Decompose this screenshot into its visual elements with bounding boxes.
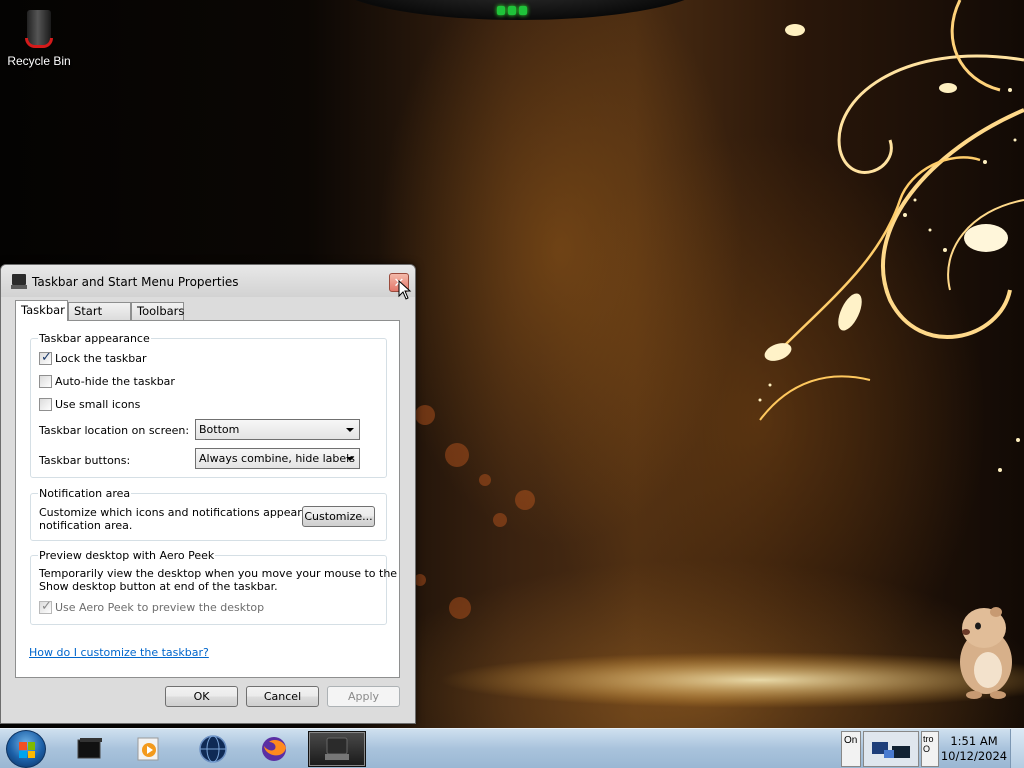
cancel-button[interactable]: Cancel (246, 686, 319, 707)
notification-text-line2: notification area. (39, 519, 133, 532)
aero-peek-label: Use Aero Peek to preview the desktop (55, 600, 265, 614)
tray-item-on[interactable]: On (841, 731, 861, 767)
chevron-down-icon (346, 457, 354, 461)
buttons-select[interactable]: Always combine, hide labels (195, 448, 360, 469)
tab-taskbar[interactable]: Taskbar (15, 300, 68, 321)
customize-button[interactable]: Customize... (302, 506, 375, 527)
aero-peek-row: Use Aero Peek to preview the desktop (39, 599, 265, 614)
autohide-row[interactable]: Auto-hide the taskbar (39, 374, 175, 388)
taskbar-item-media-player[interactable] (120, 731, 178, 767)
apply-button: Apply (327, 686, 400, 707)
autohide-label: Auto-hide the taskbar (55, 374, 175, 388)
lock-taskbar-row[interactable]: Lock the taskbar (39, 350, 147, 365)
lock-taskbar-label: Lock the taskbar (55, 351, 147, 365)
location-value: Bottom (199, 423, 240, 436)
buttons-label: Taskbar buttons: (39, 454, 131, 467)
lock-taskbar-checkbox[interactable] (39, 350, 52, 365)
black-box-app-icon (77, 738, 102, 759)
tray-item-tro[interactable]: tro O (921, 731, 939, 767)
location-select[interactable]: Bottom (195, 419, 360, 440)
group-title-aero-peek: Preview desktop with Aero Peek (38, 549, 216, 562)
autohide-checkbox[interactable] (39, 374, 52, 388)
group-title-notification: Notification area (38, 487, 132, 500)
hamster-widget-icon[interactable] (944, 600, 1024, 700)
recycle-bin-icon (24, 6, 54, 50)
media-player-icon (137, 737, 159, 761)
taskbar-item-globe-app[interactable] (184, 731, 242, 767)
windows-logo-icon (19, 742, 35, 758)
aero-peek-text-line1: Temporarily view the desktop when you mo… (39, 567, 398, 580)
small-icons-label: Use small icons (55, 397, 141, 411)
notch-indicator (495, 6, 529, 16)
firefox-icon (262, 737, 286, 761)
group-title-appearance: Taskbar appearance (38, 332, 151, 345)
chevron-down-icon (346, 428, 354, 432)
taskbar-properties-icon (325, 737, 349, 760)
tray-text-on: On (844, 735, 858, 746)
mouse-cursor-icon (398, 280, 412, 300)
clock-time: 1:51 AM (950, 734, 998, 748)
buttons-value: Always combine, hide labels (199, 452, 355, 465)
tray-text-tro: tro O (923, 734, 934, 754)
taskbar-item-properties-dialog[interactable] (308, 731, 366, 767)
tab-toolbars[interactable]: Toolbars (131, 302, 184, 320)
clock-date: 10/12/2024 (940, 749, 1008, 763)
show-desktop-button[interactable] (1010, 729, 1024, 768)
taskbar-clock[interactable]: 1:51 AM 10/12/2024 (940, 734, 1008, 764)
network-icon (872, 742, 910, 758)
tray-item-network[interactable] (863, 731, 919, 767)
notification-text-line1: Customize which icons and notifications … (39, 506, 337, 519)
help-link[interactable]: How do I customize the taskbar? (29, 646, 209, 659)
aero-peek-checkbox (39, 599, 52, 614)
dialog-titlebar[interactable]: Taskbar and Start Menu Properties ✕ (1, 265, 415, 297)
desktop-icon-recycle-bin[interactable]: Recycle Bin (4, 6, 74, 68)
tab-start-menu[interactable]: Start Menu (68, 302, 131, 334)
taskbar-item-firefox[interactable] (245, 731, 303, 767)
taskbar: On tro O 1:51 AM 10/12/2024 (0, 728, 1024, 768)
taskbar-properties-icon (11, 274, 27, 289)
aero-peek-text-line2: Show desktop button at end of the taskba… (39, 580, 278, 593)
desktop-icon-label: Recycle Bin (7, 54, 71, 68)
globe-app-icon (199, 735, 227, 763)
dialog-title: Taskbar and Start Menu Properties (32, 275, 239, 289)
location-label: Taskbar location on screen: (39, 424, 190, 437)
small-icons-row[interactable]: Use small icons (39, 397, 140, 411)
small-icons-checkbox[interactable] (39, 397, 52, 411)
ok-button[interactable]: OK (165, 686, 238, 707)
taskbar-item-black-box[interactable] (60, 731, 118, 767)
start-button[interactable] (6, 730, 46, 768)
